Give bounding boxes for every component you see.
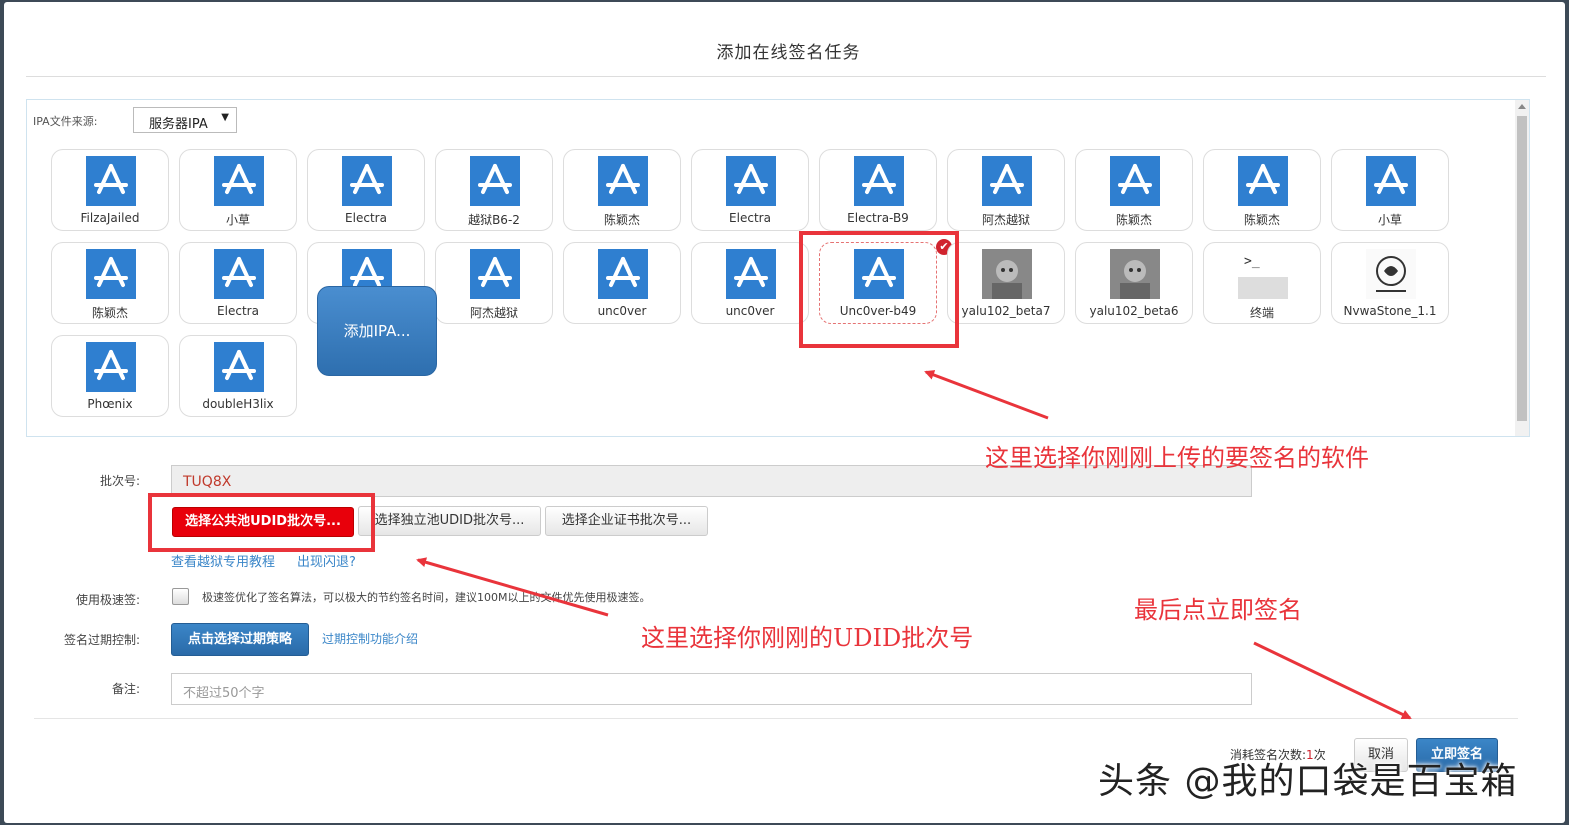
arrow-to-software: [924, 370, 1049, 420]
arrow-to-sign: [1253, 641, 1412, 720]
annotation-finally-sign: 最后点立即签名: [1134, 596, 1302, 624]
arrow-to-udid: [416, 557, 609, 617]
annotation-select-udid: 这里选择你刚刚的UDID批次号: [641, 624, 974, 652]
annotation-select-software: 这里选择你刚刚上传的要签名的软件: [985, 444, 1369, 472]
watermark: 头条 @我的口袋是百宝箱: [1098, 761, 1518, 802]
annotation-arrows: [416, 370, 1412, 720]
